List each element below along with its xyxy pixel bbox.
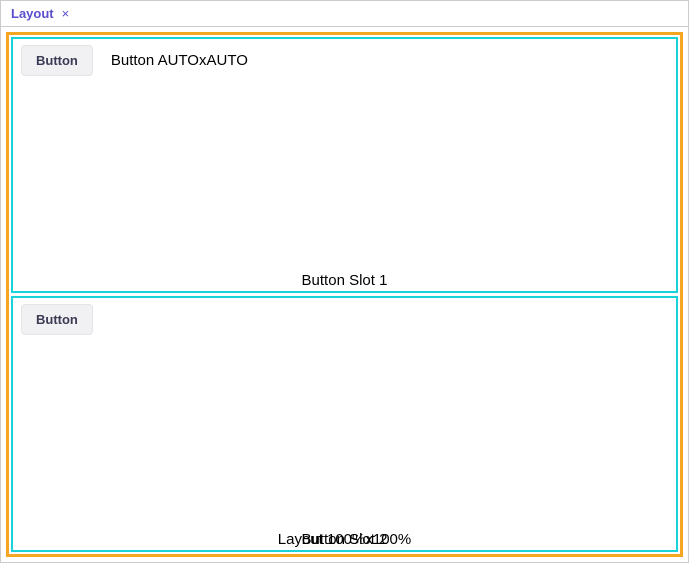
tab-title: Layout [11, 6, 54, 21]
close-icon[interactable]: × [62, 7, 70, 20]
slot-1-label: Button Slot 1 [21, 272, 668, 289]
layout-panel: Layout × Button Button AUTOxAUTO Button … [0, 0, 689, 563]
design-canvas: Button Button AUTOxAUTO Button Slot 1 Bu… [1, 27, 688, 562]
button-1[interactable]: Button [21, 45, 93, 76]
button-slot-1[interactable]: Button Button AUTOxAUTO Button Slot 1 [11, 37, 678, 293]
button-slot-2[interactable]: Button Button Slot 2 [11, 296, 678, 552]
button-wrap-2: Button [21, 304, 668, 335]
button-1-caption: Button AUTOxAUTO [111, 52, 248, 69]
tab-layout[interactable]: Layout × [7, 4, 73, 23]
layout-root[interactable]: Button Button AUTOxAUTO Button Slot 1 Bu… [6, 32, 683, 557]
button-2[interactable]: Button [21, 304, 93, 335]
slot-2-label: Button Slot 2 [21, 531, 668, 548]
tab-bar: Layout × [1, 1, 688, 27]
button-wrap-1: Button Button AUTOxAUTO [21, 45, 668, 76]
